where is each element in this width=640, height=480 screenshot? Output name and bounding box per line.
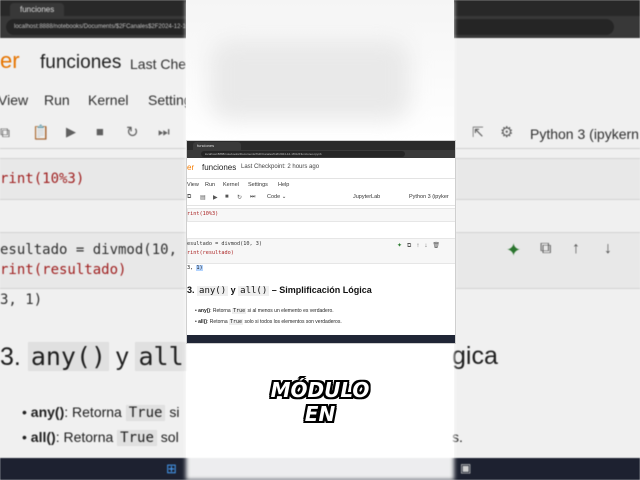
inner-menu-bar: View Run Kernel Settings Help xyxy=(187,179,455,191)
inner-move-up-icon[interactable]: ↑ xyxy=(416,243,419,249)
inner-address-bar[interactable]: localhost:8888/notebooks/Documents/%2FCa… xyxy=(201,151,405,157)
inner-code-cell-1[interactable] xyxy=(187,208,455,222)
inner-code-line-3: rint(resultado) xyxy=(187,250,234,256)
inner-bullet-all-pre: : Retorna xyxy=(207,319,228,325)
inner-menu-settings[interactable]: Settings xyxy=(248,182,268,188)
inner-heading-y: y xyxy=(230,285,236,295)
inner-jupyter-logo: er xyxy=(187,163,195,172)
inner-run-icon[interactable]: ▶ xyxy=(213,194,218,201)
inner-move-down-icon[interactable]: ↓ xyxy=(424,243,427,249)
inner-menu-help[interactable]: Help xyxy=(278,182,289,188)
cell-toolbar: ✦ ⧉ ↑ ↓ 🗑 xyxy=(397,242,445,250)
inner-menu-run[interactable]: Run xyxy=(205,182,215,188)
inner-paste-icon[interactable]: ▤ xyxy=(200,194,206,201)
inner-bullet-any-pre: : Retorna xyxy=(210,308,231,314)
inner-bullet-any-label: any() xyxy=(198,308,211,314)
video-caption: MÓDULO EN xyxy=(270,378,370,426)
inner-menu-kernel[interactable]: Kernel xyxy=(223,182,239,188)
inner-screenshot: funciones localhost:8888/notebooks/Docum… xyxy=(186,140,456,344)
inner-bullet-any: • any(): Retorna True si al menos un ele… xyxy=(195,308,334,314)
jupyterlab-link[interactable]: JupyterLab xyxy=(353,194,380,200)
frame-shade-right xyxy=(454,0,640,480)
inner-bullet-any-code: True xyxy=(232,308,247,314)
inner-heading-all: all() xyxy=(238,286,270,296)
inner-copy-icon[interactable]: ⧉ xyxy=(187,194,191,201)
inner-browser-tab[interactable]: funciones xyxy=(193,142,241,150)
inner-kernel-indicator[interactable]: Python 3 (ipyker xyxy=(409,194,449,200)
inner-bullet-all-label: all() xyxy=(198,319,208,325)
output-text: 3, xyxy=(187,265,197,271)
inner-notebook-title[interactable]: funciones xyxy=(202,163,236,172)
inner-notebook-header: er funciones Last Checkpoint: 2 hours ag… xyxy=(187,158,455,179)
inner-bullet-all-code: True xyxy=(229,319,244,325)
inner-bullet-all-post: solo si todos los elementos son verdader… xyxy=(244,319,342,325)
inner-taskbar xyxy=(187,335,455,343)
inner-section-heading: 3. any() y all() – Simplificación Lógica xyxy=(187,285,372,296)
cell-type-value: Code xyxy=(267,194,281,200)
inner-checkpoint: Last Checkpoint: 2 hours ago xyxy=(241,164,320,170)
inner-urlbar: localhost:8888/notebooks/Documents/%2FCa… xyxy=(187,150,455,158)
inner-duplicate-icon[interactable]: ⧉ xyxy=(407,243,411,249)
inner-heading-number: 3. xyxy=(187,285,195,295)
center-blur-blob xyxy=(210,40,410,120)
inner-run-all-icon[interactable]: ⏭ xyxy=(250,194,255,201)
inner-heading-any: any() xyxy=(197,286,229,296)
inner-code-line-2: esultado = divmod(10, 3) xyxy=(187,241,262,247)
inner-code-line-1: rint(10%3) xyxy=(187,211,219,217)
inner-bullet-any-post: si al menos un elemento es verdadero. xyxy=(247,308,334,314)
inner-restart-icon[interactable]: ↻ xyxy=(237,194,242,201)
inner-cell-output: 3, 1) xyxy=(187,265,203,271)
inner-toolbar: ⧉ ▤ ▶ ■ ↻ ⏭ Code ⌄ JupyterLab Python 3 (… xyxy=(187,191,455,206)
output-selection: 1) xyxy=(196,265,203,271)
inner-heading-rest: – Simplificación Lógica xyxy=(271,285,372,295)
inner-bullet-all: • all(): Retorna True solo si todos los … xyxy=(195,319,342,325)
frame-shade-left xyxy=(0,0,186,480)
inner-sparkle-icon[interactable]: ✦ xyxy=(397,243,402,249)
inner-stop-icon[interactable]: ■ xyxy=(225,194,229,200)
inner-tabbar: funciones xyxy=(187,141,455,150)
inner-menu-view[interactable]: View xyxy=(187,182,199,188)
chevron-down-icon: ⌄ xyxy=(281,194,287,200)
inner-delete-icon[interactable]: 🗑 xyxy=(432,243,440,249)
cell-type-select[interactable]: Code ⌄ xyxy=(267,194,286,200)
